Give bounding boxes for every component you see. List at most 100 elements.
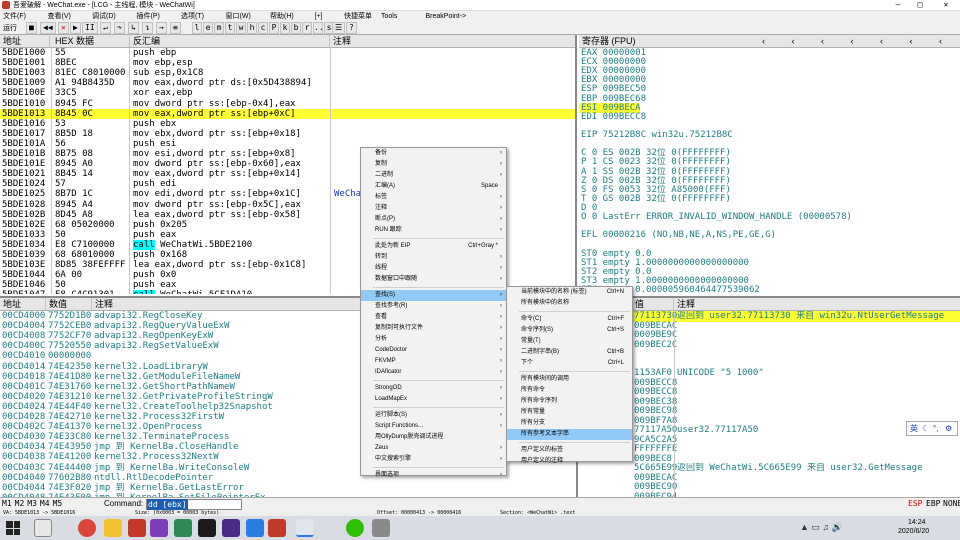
close-file-icon[interactable]: ✕ [58,22,69,34]
menu-item-10[interactable]: BreakPoint-> [426,11,467,22]
app-green-icon[interactable] [174,519,192,537]
memory-tab-3[interactable]: M4 [40,499,50,508]
submenu-item[interactable]: 当前模块中的名称 (标签) Ctrl+N [507,287,632,298]
gear-icon[interactable]: ⚙ [945,422,952,435]
col-comment[interactable]: 注释 [330,35,575,47]
window-button-3[interactable]: t [225,22,235,34]
window-button-7[interactable]: P [269,22,279,34]
disasm-row[interactable]: 5BDE1016 53 push ebx [0,119,575,130]
submenu-item[interactable]: 用户定义的标签 [507,445,632,456]
close-button[interactable]: ✕ [934,0,958,11]
trace-over-icon[interactable]: ↴ [142,22,153,34]
context-menu-item[interactable]: 运行脚本(S) › [361,410,506,421]
stack-mode-ebp[interactable]: EBP [926,498,940,510]
context-menu-item[interactable]: FKVMP › [361,356,506,367]
menu-item-9[interactable]: Tools [381,11,397,22]
open-icon[interactable]: ■ [26,22,37,34]
window-button-5[interactable]: h [247,22,257,34]
window-button-8[interactable]: k [280,22,290,34]
context-menu-item[interactable]: 线程 › [361,263,506,274]
ime-lang[interactable]: 英 [910,422,918,435]
run-icon[interactable]: ▶ [70,22,81,34]
submenu-item[interactable]: 所有参考文本字串 [507,429,632,440]
window-button-2[interactable]: m [214,22,224,34]
submenu-item[interactable]: 所有分支 [507,418,632,429]
pause-icon[interactable]: II [82,22,98,34]
menu-item-1[interactable]: 查看(V) [48,11,71,22]
minimize-button[interactable]: – [888,0,908,11]
submenu-item[interactable]: 所有常量 [507,407,632,418]
window-button-6[interactable]: c [258,22,268,34]
visual-studio-icon[interactable] [150,519,168,537]
ide-icon[interactable] [222,519,240,537]
submenu-item[interactable]: 所有模块中的名称 [507,298,632,309]
context-menu-item[interactable]: 此处为新 EIP Ctrl+Gray * [361,241,506,252]
submenu-item[interactable]: 二进制字串(B) Ctrl+B [507,347,632,358]
menu-item-4[interactable]: 选项(T) [181,11,204,22]
menu-item-3[interactable]: 插件(P) [137,11,160,22]
maximize-button[interactable]: □ [910,0,930,11]
help-icon[interactable]: ? [346,22,357,34]
disasm-row[interactable]: 5BDE1003 81EC C8010000 sub esp,0x1C8 [0,68,575,79]
debugger-icon[interactable] [296,519,314,537]
stack-col-comment[interactable]: 注释 [674,298,960,310]
context-menu-item[interactable]: LoadMapEx › [361,394,506,405]
disasm-row[interactable]: 5BDE1000 55 push ebp [0,48,575,59]
stack-col-value[interactable]: 值 [632,298,674,310]
stack-mode-none[interactable]: NONE [943,498,960,510]
dump-row[interactable]: 00CD4044 74E3F020 jmp 到 KernelBa.GetLastEr… [0,483,576,494]
start-icon[interactable] [6,521,20,535]
context-menu-item[interactable]: 中文搜索引擎 › [361,454,506,465]
col-hex[interactable]: HEX 数据 [52,35,130,47]
col-disasm[interactable]: 反汇编 [130,35,330,47]
memory-tab-4[interactable]: M5 [53,499,63,508]
menu-item-5[interactable]: 窗口(W) [226,11,251,22]
disasm-row[interactable]: 5BDE1013 8B45 0C mov eax,dword ptr ss:[ebp… [0,108,575,120]
stack-mode-esp[interactable]: ESP [908,498,922,510]
context-menu-item[interactable]: IDAficator › [361,367,506,378]
window-button-11[interactable]: ... [313,22,328,34]
goto-icon[interactable]: ≡ [170,22,181,34]
submenu-item[interactable]: 下个 Ctrl+L [507,358,632,369]
chrome-icon[interactable] [78,519,96,537]
rewind-icon[interactable]: ◀◀ [40,22,56,34]
clock-date[interactable]: 2020/6/20 [898,528,929,535]
command-input[interactable]: dd [ebx] [146,499,242,511]
col-address[interactable]: 地址 [0,35,50,47]
context-menu-item[interactable]: 查找(S) › [361,290,506,301]
chat-icon[interactable] [372,519,390,537]
context-menu-item[interactable]: 标签 › [361,192,506,203]
disasm-row[interactable]: 5BDE1010 8945 FC mov dword ptr ss:[ebp-0x4… [0,99,575,110]
dump-col-address[interactable]: 地址 [0,298,46,310]
context-menu-item[interactable]: 注释 › [361,203,506,214]
context-menu-item[interactable]: 查找参考(R) › [361,301,506,312]
disasm-row[interactable]: 5BDE1001 8BEC mov ebp,esp [0,58,575,69]
context-menu-item[interactable]: 汇编(A) Space [361,181,506,192]
moon-icon[interactable]: ☾ [922,422,929,435]
media-icon[interactable] [128,519,146,537]
submenu-item[interactable]: 所有命令序列 [507,396,632,407]
step-over-icon[interactable]: ↷ [114,22,125,34]
submenu-item[interactable]: 所有命令 [507,385,632,396]
window-button-0[interactable]: l [192,22,202,34]
context-menu-item[interactable]: 备份 › [361,148,506,159]
context-menu-item[interactable]: CodeDoctor › [361,345,506,356]
context-menu-item[interactable]: 二进制 › [361,170,506,181]
menu-item-0[interactable]: 文件(F) [3,11,26,22]
tray-icons[interactable]: ▲ ▭ ♫ 🔊 [800,522,843,533]
context-menu-item[interactable]: 分析 › [361,334,506,345]
context-menu-item[interactable]: 复制 › [361,159,506,170]
window-button-10[interactable]: r [302,22,312,34]
window-button-1[interactable]: e [203,22,213,34]
memory-tab-1[interactable]: M2 [15,499,25,508]
disasm-row[interactable]: 5BDE100E 33C5 xor eax,ebp [0,88,575,99]
edge-icon[interactable] [246,519,264,537]
clock-time[interactable]: 14:24 [908,519,926,526]
menu-item-8[interactable]: 快捷菜单 [344,11,372,22]
text-icon[interactable] [268,519,286,537]
context-menu-item[interactable]: 查看 › [361,312,506,323]
search-icon[interactable] [34,519,52,537]
memory-tab-2[interactable]: M3 [27,499,37,508]
context-menu-item[interactable]: 断点(P) › [361,214,506,225]
disasm-row[interactable]: 5BDE1009 A1 94B8435D mov eax,dword ptr ds:… [0,78,575,89]
